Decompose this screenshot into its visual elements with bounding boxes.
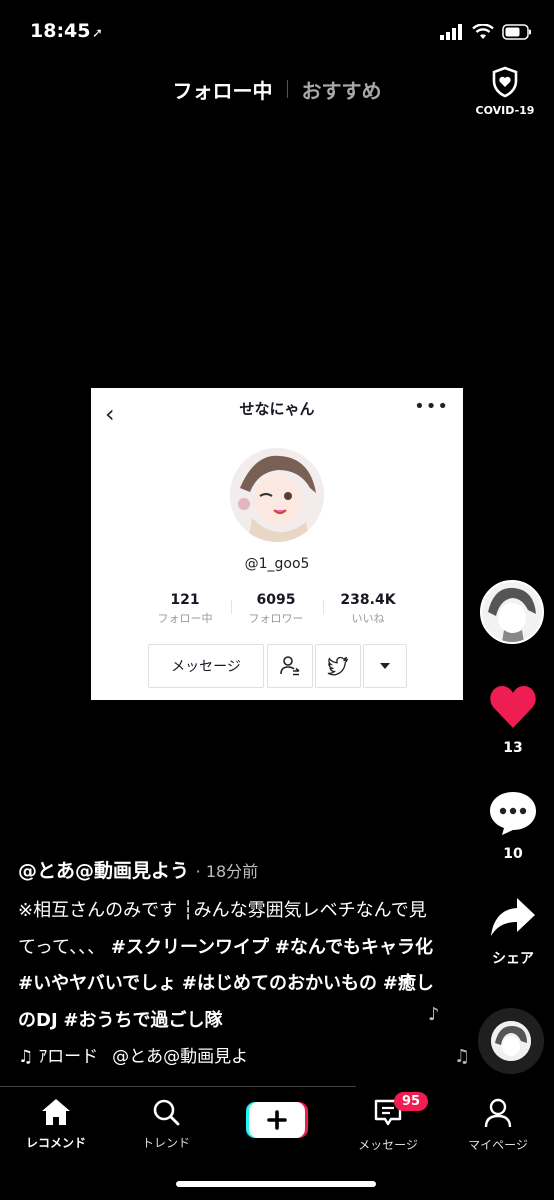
- music-disc-cover: [491, 1021, 531, 1061]
- message-button: メッセージ: [148, 644, 264, 688]
- covid-info-button[interactable]: COVID-19: [474, 66, 536, 117]
- post-author[interactable]: @とあ@動画見よう: [18, 860, 189, 882]
- nav-trend-label: トレンド: [141, 1136, 190, 1150]
- dropdown-button: [363, 644, 407, 688]
- music-author: @とあ@動画見よ: [112, 1047, 249, 1067]
- twitter-button: [315, 644, 361, 688]
- music-note-icon: ♫: [454, 1046, 471, 1067]
- caret-down-icon: [380, 663, 390, 669]
- nav-me-label: マイページ: [468, 1138, 528, 1152]
- home-indicator: [176, 1181, 376, 1187]
- stat-likes-value: 238.4K: [340, 592, 396, 608]
- stat-following-label: フォロー中: [157, 612, 213, 625]
- share-arrow-icon: [491, 898, 535, 936]
- tab-divider: [286, 80, 288, 98]
- share-label: シェア: [492, 951, 534, 967]
- profile-card-image: ‹ せなにゃん ••• @1_goo5 121 フォロー中 6095 フォロワー…: [91, 388, 463, 700]
- search-icon: [153, 1099, 180, 1126]
- post-author-line: @とあ@動画見よう · 18分前: [18, 856, 258, 883]
- like-button[interactable]: 13: [478, 684, 548, 756]
- feed-tabs: フォロー中 おすすめ: [0, 72, 554, 106]
- follow-toggle-button: [267, 644, 313, 688]
- hashtag[interactable]: #なんでもキャラ化: [275, 937, 433, 958]
- share-button[interactable]: シェア: [478, 896, 548, 968]
- nav-me[interactable]: マイページ: [448, 1098, 548, 1153]
- nav-trend[interactable]: トレンド: [116, 1098, 216, 1151]
- hashtag[interactable]: #おうちで過ごし隊: [63, 1010, 222, 1031]
- like-count: 13: [503, 740, 523, 756]
- messages-badge: 95: [394, 1092, 429, 1111]
- hashtag[interactable]: #スクリーンワイプ: [111, 937, 269, 958]
- create-button[interactable]: [246, 1102, 308, 1138]
- post-time: · 18分前: [195, 862, 259, 881]
- comment-button[interactable]: 10: [478, 790, 548, 862]
- music-title: ♫ ｱロード: [18, 1047, 99, 1067]
- profile-avatar: [230, 448, 324, 542]
- more-icon: •••: [414, 396, 449, 417]
- nav-messages-label: メッセージ: [358, 1138, 418, 1152]
- status-time: 18:45: [30, 20, 91, 42]
- hashtag[interactable]: #はじめてのおかいもの: [182, 973, 377, 994]
- stat-followers-label: フォロワー: [248, 612, 304, 625]
- creator-avatar[interactable]: [480, 580, 544, 644]
- twitter-icon: [327, 656, 349, 676]
- plus-icon: [246, 1102, 308, 1138]
- comment-count: 10: [503, 846, 523, 862]
- wifi-icon: [472, 24, 494, 39]
- music-info[interactable]: ♫ ｱロード @とあ@動画見よ: [18, 1042, 248, 1067]
- battery-icon: [502, 24, 531, 40]
- signal-icon: [440, 24, 462, 40]
- profile-icon: [484, 1098, 512, 1128]
- comment-icon: [490, 792, 536, 835]
- music-disc[interactable]: [478, 1008, 544, 1074]
- stat-likes: 238.4K いいね: [318, 592, 418, 626]
- nav-home[interactable]: レコメンド: [6, 1098, 106, 1151]
- status-icons: [440, 24, 532, 40]
- post-caption: ※相互さんのみです ┆みんな雰囲気レベチなんで見てって、、、 #スクリーンワイプ…: [18, 893, 438, 1039]
- nav-home-label: レコメンド: [25, 1136, 86, 1150]
- user-switch-icon: [280, 656, 300, 676]
- tab-for-you[interactable]: おすすめ: [292, 75, 392, 104]
- tab-following[interactable]: フォロー中: [163, 75, 283, 104]
- profile-handle: @1_goo5: [244, 556, 310, 572]
- stat-following-value: 121: [170, 592, 200, 608]
- heart-icon: [490, 686, 536, 728]
- location-arrow-icon: ➚: [92, 26, 103, 41]
- shield-heart-icon: [492, 66, 518, 98]
- stat-followers-value: 6095: [256, 592, 296, 608]
- stat-followers: 6095 フォロワー: [226, 592, 326, 626]
- hashtag[interactable]: #いやヤバいでしょ: [18, 973, 176, 994]
- stat-likes-label: いいね: [351, 612, 385, 625]
- profile-name: せなにゃん: [239, 400, 315, 418]
- home-icon: [42, 1099, 70, 1125]
- divider: [0, 1086, 356, 1087]
- stat-following: 121 フォロー中: [135, 592, 235, 626]
- covid-label: COVID-19: [475, 104, 535, 117]
